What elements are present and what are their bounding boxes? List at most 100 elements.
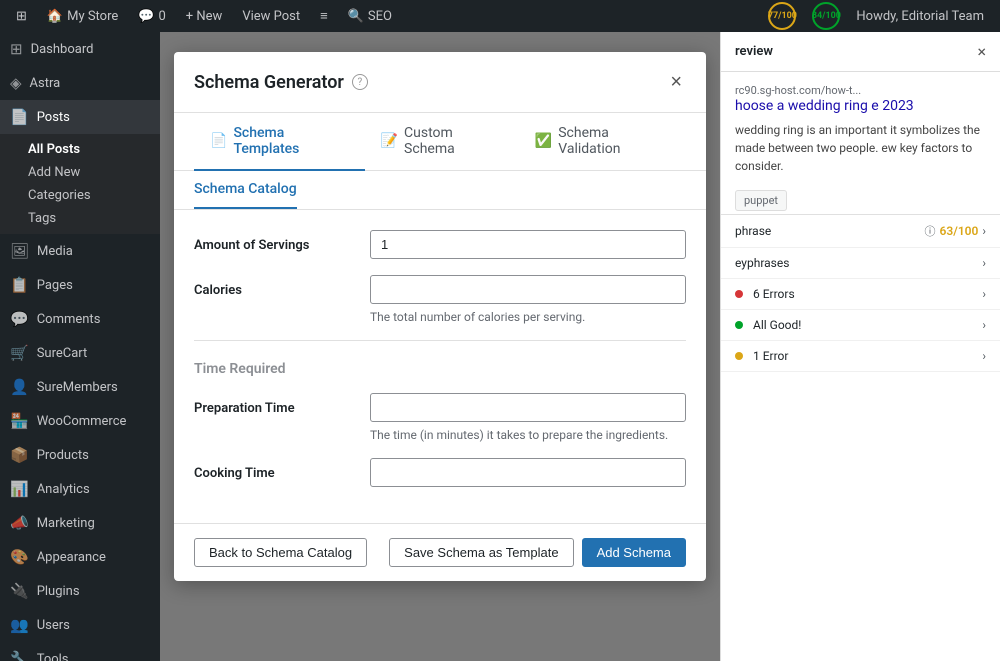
seo-item-warning[interactable]: 1 Error › xyxy=(721,341,1000,372)
snippet-badge: puppet xyxy=(735,190,787,211)
sidebar-item-comments[interactable]: 💬 Comments xyxy=(0,302,160,336)
sidebar-sub-categories[interactable]: Categories xyxy=(0,184,160,207)
surecart-icon: 🛒 xyxy=(10,344,29,362)
right-panel: review × rc90.sg-host.com/how-t... hoose… xyxy=(720,32,1000,661)
sidebar-item-astra[interactable]: ◈ Astra xyxy=(0,66,160,100)
help-icon[interactable]: ? xyxy=(352,74,368,90)
input-preparation-time[interactable] xyxy=(370,393,686,422)
posts-icon: 📄 xyxy=(10,108,29,126)
posts-submenu: All Posts Add New Categories Tags xyxy=(0,134,160,234)
warning-left: 1 Error xyxy=(735,349,788,363)
save-schema-template-button[interactable]: Save Schema as Template xyxy=(389,538,573,567)
score-orange[interactable]: 77/100 xyxy=(760,2,804,30)
suremembers-icon: 👤 xyxy=(10,378,29,396)
comments-link[interactable]: 💬 0 xyxy=(130,0,174,32)
howdy-user[interactable]: Howdy, Editorial Team xyxy=(848,9,992,24)
woocommerce-icon: 🏪 xyxy=(10,412,29,430)
schema-templates-tab-icon: 📄 xyxy=(210,133,227,149)
input-calories[interactable] xyxy=(370,275,686,304)
sidebar-item-appearance[interactable]: 🎨 Appearance xyxy=(0,540,160,574)
sidebar-item-pages[interactable]: 📋 Pages xyxy=(0,268,160,302)
good-label: All Good! xyxy=(753,318,801,332)
errors-chevron-icon[interactable]: › xyxy=(982,287,986,301)
tab-custom-schema[interactable]: 📝 Custom Schema xyxy=(365,113,519,171)
menu-icon: ≡ xyxy=(320,8,328,24)
sidebar-item-dashboard[interactable]: ⊞ Dashboard xyxy=(0,32,160,66)
sidebar-item-plugins[interactable]: 🔌 Plugins xyxy=(0,574,160,608)
input-amount-of-servings[interactable] xyxy=(370,230,686,259)
errors-label: 6 Errors xyxy=(753,287,795,301)
seo-item-phrase[interactable]: phrase ⓘ 63/100 › xyxy=(721,215,1000,248)
wp-logo[interactable]: ⊞ xyxy=(8,0,35,32)
preview-description: wedding ring is an important it symboliz… xyxy=(735,121,986,175)
users-icon: 👥 xyxy=(10,616,29,634)
add-schema-button[interactable]: Add Schema xyxy=(582,538,686,567)
sidebar-item-products[interactable]: 📦 Products xyxy=(0,438,160,472)
seo-phrase-right: ⓘ 63/100 › xyxy=(925,223,986,239)
score-orange-circle: 77/100 xyxy=(768,2,796,30)
sidebar-item-surecart[interactable]: 🛒 SureCart xyxy=(0,336,160,370)
astra-icon: ◈ xyxy=(10,74,22,92)
phrase-score: 63/100 xyxy=(940,224,979,238)
input-cooking-time[interactable] xyxy=(370,458,686,487)
marketing-icon: 📣 xyxy=(10,514,29,532)
store-name[interactable]: 🏠 My Store xyxy=(39,0,126,32)
sidebar-item-users[interactable]: 👥 Users xyxy=(0,608,160,642)
warning-label: 1 Error xyxy=(753,349,788,363)
menu-toggle[interactable]: ≡ xyxy=(312,0,336,32)
sidebar-item-suremembers[interactable]: 👤 SureMembers xyxy=(0,370,160,404)
sidebar-item-posts[interactable]: 📄 Posts xyxy=(0,100,160,134)
right-panel-close-button[interactable]: × xyxy=(977,42,986,61)
score-green[interactable]: 84/100 xyxy=(804,2,848,30)
modal-title: Schema Generator xyxy=(194,72,344,93)
right-panel-title: review xyxy=(735,44,773,59)
form-row-amount-of-servings: Amount of Servings xyxy=(194,230,686,259)
comments-nav-icon: 💬 xyxy=(10,310,29,328)
sidebar-sub-all-posts[interactable]: All Posts xyxy=(0,138,160,161)
tab-schema-templates[interactable]: 📄 Schema Templates xyxy=(194,113,365,171)
sidebar-sub-tags[interactable]: Tags xyxy=(0,207,160,230)
sidebar-item-woocommerce[interactable]: 🏪 WooCommerce xyxy=(0,404,160,438)
good-dot xyxy=(735,321,743,329)
preview-link[interactable]: hoose a wedding ring e 2023 xyxy=(735,98,914,114)
score-green-circle: 84/100 xyxy=(812,2,840,30)
label-preparation-time: Preparation Time xyxy=(194,393,354,416)
form-row-cooking-time: Cooking Time xyxy=(194,458,686,487)
appearance-icon: 🎨 xyxy=(10,548,29,566)
view-post-link[interactable]: View Post xyxy=(234,0,308,32)
modal-subtabs: Schema Catalog xyxy=(174,171,706,210)
tab-schema-validation[interactable]: ✅ Schema Validation xyxy=(519,113,686,171)
warning-chevron-icon[interactable]: › xyxy=(982,349,986,363)
sidebar-item-tools[interactable]: 🔧 Tools xyxy=(0,642,160,661)
phrase-chevron-icon[interactable]: › xyxy=(982,224,986,238)
good-left: All Good! xyxy=(735,318,801,332)
sidebar-item-analytics[interactable]: 📊 Analytics xyxy=(0,472,160,506)
main-content: Schema Generator ? × 📄 Schema Templates … xyxy=(160,32,720,661)
seo-item-errors[interactable]: 6 Errors › xyxy=(721,279,1000,310)
modal-tabs: 📄 Schema Templates 📝 Custom Schema ✅ Sch… xyxy=(174,113,706,171)
back-to-catalog-button[interactable]: Back to Schema Catalog xyxy=(194,538,367,567)
new-post-button[interactable]: + New xyxy=(178,0,231,32)
seo-item-keyphrases[interactable]: eyphrases › xyxy=(721,248,1000,279)
tools-icon: 🔧 xyxy=(10,650,29,661)
sidebar-item-marketing[interactable]: 📣 Marketing xyxy=(0,506,160,540)
sidebar-item-media[interactable]: 🖼 Media xyxy=(0,234,160,268)
store-icon: 🏠 xyxy=(47,9,63,24)
label-calories: Calories xyxy=(194,275,354,298)
seo-item-good[interactable]: All Good! › xyxy=(721,310,1000,341)
hint-preparation-time: The time (in minutes) it takes to prepar… xyxy=(370,428,686,442)
custom-schema-tab-icon: 📝 xyxy=(381,133,398,149)
warning-dot xyxy=(735,352,743,360)
field-preparation-time: The time (in minutes) it takes to prepar… xyxy=(370,393,686,442)
media-icon: 🖼 xyxy=(10,242,29,260)
seo-link[interactable]: 🔍 SEO xyxy=(340,0,400,32)
pages-icon: 📋 xyxy=(10,276,29,294)
field-amount-of-servings xyxy=(370,230,686,259)
modal-close-button[interactable]: × xyxy=(666,68,686,96)
admin-bar-right: 77/100 84/100 Howdy, Editorial Team xyxy=(760,2,992,30)
subtab-schema-catalog[interactable]: Schema Catalog xyxy=(194,171,297,209)
good-chevron-icon[interactable]: › xyxy=(982,318,986,332)
keyphrases-chevron-icon[interactable]: › xyxy=(982,256,986,270)
modal-header: Schema Generator ? × xyxy=(174,52,706,113)
sidebar-sub-add-new[interactable]: Add New xyxy=(0,161,160,184)
